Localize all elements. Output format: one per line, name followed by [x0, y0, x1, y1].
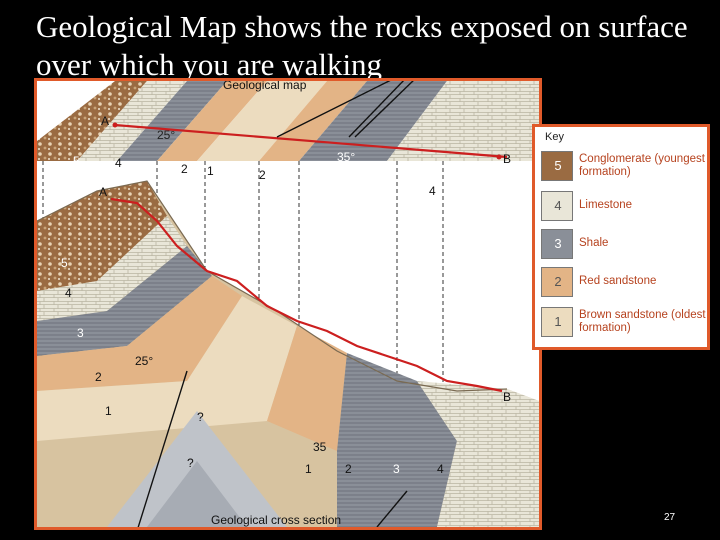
- key-item-label: Brown sandstone (oldest formation): [579, 309, 706, 334]
- page-number: 27: [664, 512, 676, 523]
- map-unit-label: 3: [349, 178, 356, 192]
- conglomerate-swatch: 5: [541, 151, 573, 181]
- dip-section-right: 35: [313, 440, 327, 454]
- brown-sandstone-swatch: 1: [541, 307, 573, 337]
- map-unit-label: 1: [207, 164, 214, 178]
- front-unit-label: 5: [61, 256, 68, 270]
- front-unit-label: 2: [95, 370, 102, 384]
- slide-title: Geological Map shows the rocks exposed o…: [36, 9, 688, 82]
- key-item-label: Red sandstone: [579, 275, 657, 287]
- front-unit-label: 2: [345, 462, 352, 476]
- key-item-label: Limestone: [579, 199, 633, 211]
- front-unit-label: 3: [77, 326, 84, 340]
- point-b-map-label: B: [503, 152, 511, 166]
- map-unit-label: 5: [73, 154, 80, 168]
- key-title: Key: [545, 131, 564, 143]
- map-key: Key 5 Conglomerate (youngest formation) …: [532, 124, 710, 350]
- dip-map-right: 35°: [337, 150, 355, 164]
- map-unit-label: 4: [115, 156, 122, 170]
- key-item-red-sandstone: 2 Red sandstone: [541, 267, 709, 301]
- block-terrain: [37, 180, 539, 527]
- front-unit-label: 4: [437, 462, 444, 476]
- geological-map-strip: [37, 81, 539, 161]
- front-unit-label: 1: [105, 404, 112, 418]
- map-unit-label: 3: [147, 160, 154, 174]
- dip-map-left: 25°: [157, 128, 175, 142]
- front-unit-label: 3: [393, 462, 400, 476]
- geology-block-diagram: Geological map A B 25° 35° 5 4 3 2 1 2 3…: [34, 78, 542, 530]
- unknown-label: ?: [197, 410, 204, 424]
- red-sandstone-swatch: 2: [541, 267, 573, 297]
- front-unit-label: 4: [65, 286, 72, 300]
- point-b-block-label: B: [503, 390, 511, 404]
- block-diagram-svg: Geological map A B 25° 35° 5 4 3 2 1 2 3…: [37, 81, 539, 527]
- key-item-brown-sandstone: 1 Brown sandstone (oldest formation): [541, 307, 709, 341]
- map-unit-label: 2: [259, 168, 266, 182]
- point-a-block-label: A: [99, 185, 107, 199]
- point-a-map-label: A: [101, 114, 109, 128]
- map-caption: Geological map: [223, 81, 307, 92]
- shale-swatch: 3: [541, 229, 573, 259]
- key-item-label: Conglomerate (youngest formation): [579, 153, 705, 178]
- section-caption: Geological cross section: [211, 513, 341, 527]
- key-item-label: Shale: [579, 237, 609, 249]
- map-unit-label: 4: [429, 184, 436, 198]
- key-item-shale: 3 Shale: [541, 229, 709, 263]
- unknown-label: ?: [187, 456, 194, 470]
- key-item-limestone: 4 Limestone: [541, 191, 709, 225]
- map-unit-label: 2: [181, 162, 188, 176]
- front-unit-label: 1: [305, 462, 312, 476]
- dip-section-left: 25°: [135, 354, 153, 368]
- key-item-conglomerate: 5 Conglomerate (youngest formation): [541, 151, 709, 185]
- limestone-swatch: 4: [541, 191, 573, 221]
